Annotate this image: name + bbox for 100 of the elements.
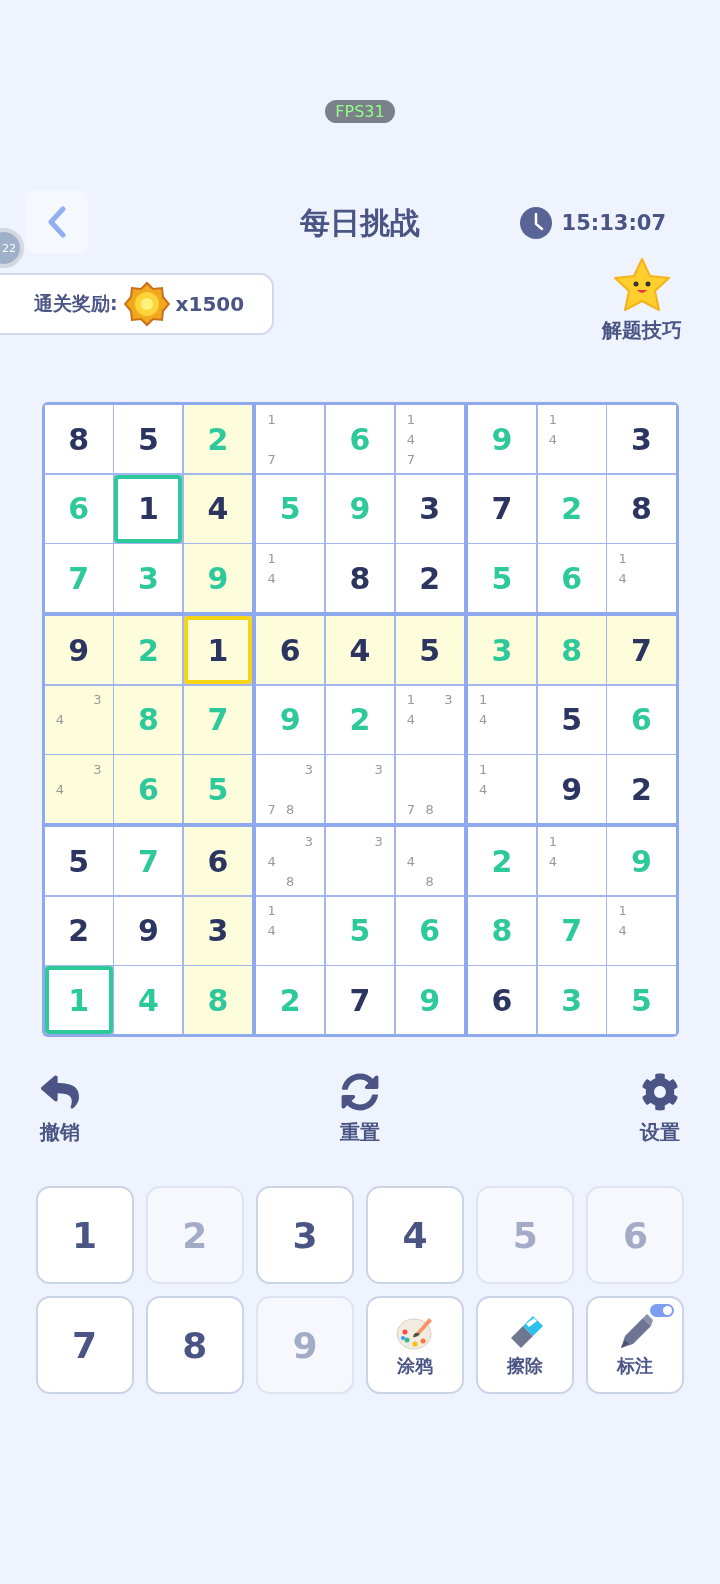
board-cell[interactable]: 1 4 (467, 755, 537, 823)
board-cell[interactable]: 5 (325, 896, 395, 965)
board-cell[interactable]: 3 (467, 616, 537, 684)
floating-badge[interactable]: 22 (0, 228, 24, 268)
board-cell[interactable]: 5 (395, 616, 464, 684)
board-cell[interactable]: 1 4 (256, 544, 325, 612)
board-cell[interactable]: 6 (44, 474, 113, 543)
undo-button[interactable]: 撤销 (40, 1073, 80, 1146)
board-cell[interactable]: 9 (395, 966, 464, 1034)
board-cell[interactable]: 1 4 7 (395, 405, 464, 473)
board-cell[interactable]: 3 (183, 896, 253, 965)
board-cell[interactable]: 6 (114, 755, 183, 823)
board-cell[interactable]: 1 4 (537, 827, 606, 895)
number-key[interactable]: 3 (255, 1186, 354, 1284)
board-cell[interactable]: 7 (44, 544, 113, 612)
board-cell[interactable]: 5 (256, 474, 325, 543)
board-cell[interactable]: 5 (537, 685, 606, 754)
board-cell[interactable]: 9 (467, 405, 537, 473)
board-cell[interactable]: 3 (537, 966, 606, 1034)
board-cell[interactable]: 8 (467, 896, 537, 965)
note-digit: 1 (547, 832, 559, 851)
reset-button[interactable]: 重置 (340, 1073, 380, 1146)
board-cell[interactable]: 2 (183, 405, 253, 473)
board-cell[interactable]: 1 (44, 966, 113, 1034)
board-cell[interactable]: 3 (114, 544, 183, 612)
board-cell[interactable]: 7 8 (395, 755, 464, 823)
board-cell[interactable]: 6 (467, 966, 537, 1034)
board-cell[interactable]: 1 7 (256, 405, 325, 473)
board-cell[interactable]: 8 (325, 544, 395, 612)
number-key[interactable]: 7 (35, 1296, 134, 1394)
board-cell[interactable]: 8 (607, 474, 676, 543)
board-cell[interactable]: 7 (467, 474, 537, 543)
board-cell[interactable]: 2 (114, 616, 183, 684)
board-cell[interactable]: 6 (325, 405, 395, 473)
board-cell[interactable]: 4 (183, 474, 253, 543)
board-cell[interactable]: 5 (607, 966, 676, 1034)
board-cell[interactable]: 1 (183, 616, 253, 684)
board-cell[interactable]: 3 (607, 405, 676, 473)
board-cell[interactable]: 4 (114, 966, 183, 1034)
tips-button[interactable]: 解题技巧 (602, 257, 682, 344)
board-cell[interactable]: 8 (537, 616, 606, 684)
board-cell[interactable]: 7 (114, 827, 183, 895)
board-cell[interactable]: 6 (256, 616, 325, 684)
board-cell[interactable]: 9 (325, 474, 395, 543)
board-cell[interactable]: 5 (44, 827, 113, 895)
board-cell[interactable]: 2 (44, 896, 113, 965)
board-cell[interactable]: 1 4 (256, 896, 325, 965)
board-cell[interactable]: 1 4 (537, 405, 606, 473)
board-cell[interactable]: 6 (395, 896, 464, 965)
number-key[interactable]: 8 (145, 1296, 244, 1394)
note-digit: 4 (266, 569, 277, 588)
board-cell[interactable]: 3 4 (44, 755, 113, 823)
board-cell[interactable]: 2 (467, 827, 537, 895)
board-cell[interactable]: 1 3 4 (395, 685, 464, 754)
board-cell[interactable]: 5 (183, 755, 253, 823)
erase-button[interactable]: 擦除 (476, 1296, 575, 1394)
board-cell[interactable]: 3 4 (44, 685, 113, 754)
board-cell[interactable]: 9 (183, 544, 253, 612)
board-cell[interactable]: 3 (325, 827, 395, 895)
settings-button[interactable]: 设置 (640, 1073, 680, 1146)
board-cell[interactable]: 4 (325, 616, 395, 684)
board-cell[interactable]: 9 (537, 755, 606, 823)
board-cell[interactable]: 2 (395, 544, 464, 612)
board-cell[interactable]: 7 (537, 896, 606, 965)
number-key[interactable]: 1 (35, 1186, 134, 1284)
board-cell[interactable]: 3 4 8 (256, 827, 325, 895)
board-cell[interactable]: 4 8 (395, 827, 464, 895)
board-cell[interactable]: 8 (114, 685, 183, 754)
board-cell[interactable]: 2 (256, 966, 325, 1034)
back-button[interactable] (26, 191, 88, 253)
note-digit: 8 (424, 872, 435, 891)
board-cell[interactable]: 1 4 (607, 544, 676, 612)
board-cell[interactable]: 3 7 8 (256, 755, 325, 823)
number-key[interactable]: 4 (366, 1186, 465, 1284)
board-cell[interactable]: 6 (537, 544, 606, 612)
note-button[interactable]: 标注 (586, 1296, 685, 1394)
doodle-button[interactable]: 涂鸦 (366, 1296, 465, 1394)
board-cell[interactable]: 2 (607, 755, 676, 823)
board-cell[interactable]: 8 (44, 405, 113, 473)
toggle-switch[interactable] (650, 1304, 675, 1317)
board-cell[interactable]: 5 (467, 544, 537, 612)
board-cell[interactable]: 5 (114, 405, 183, 473)
board-cell[interactable]: 3 (395, 474, 464, 543)
board-cell[interactable]: 7 (607, 616, 676, 684)
board-cell[interactable]: 3 (325, 755, 395, 823)
board-cell[interactable]: 9 (114, 896, 183, 965)
board-cell[interactable]: 1 4 (467, 685, 537, 754)
board-cell[interactable]: 9 (256, 685, 325, 754)
board-cell[interactable]: 2 (537, 474, 606, 543)
board-cell[interactable]: 6 (607, 685, 676, 754)
note-digit: 3 (303, 832, 315, 851)
board-cell[interactable]: 1 4 (607, 896, 676, 965)
board-cell[interactable]: 7 (325, 966, 395, 1034)
board-cell[interactable]: 7 (183, 685, 253, 754)
board-cell[interactable]: 9 (607, 827, 676, 895)
board-cell[interactable]: 9 (44, 616, 113, 684)
board-cell[interactable]: 8 (183, 966, 253, 1034)
board-cell[interactable]: 1 (114, 474, 183, 543)
board-cell[interactable]: 6 (183, 827, 253, 895)
board-cell[interactable]: 2 (325, 685, 395, 754)
